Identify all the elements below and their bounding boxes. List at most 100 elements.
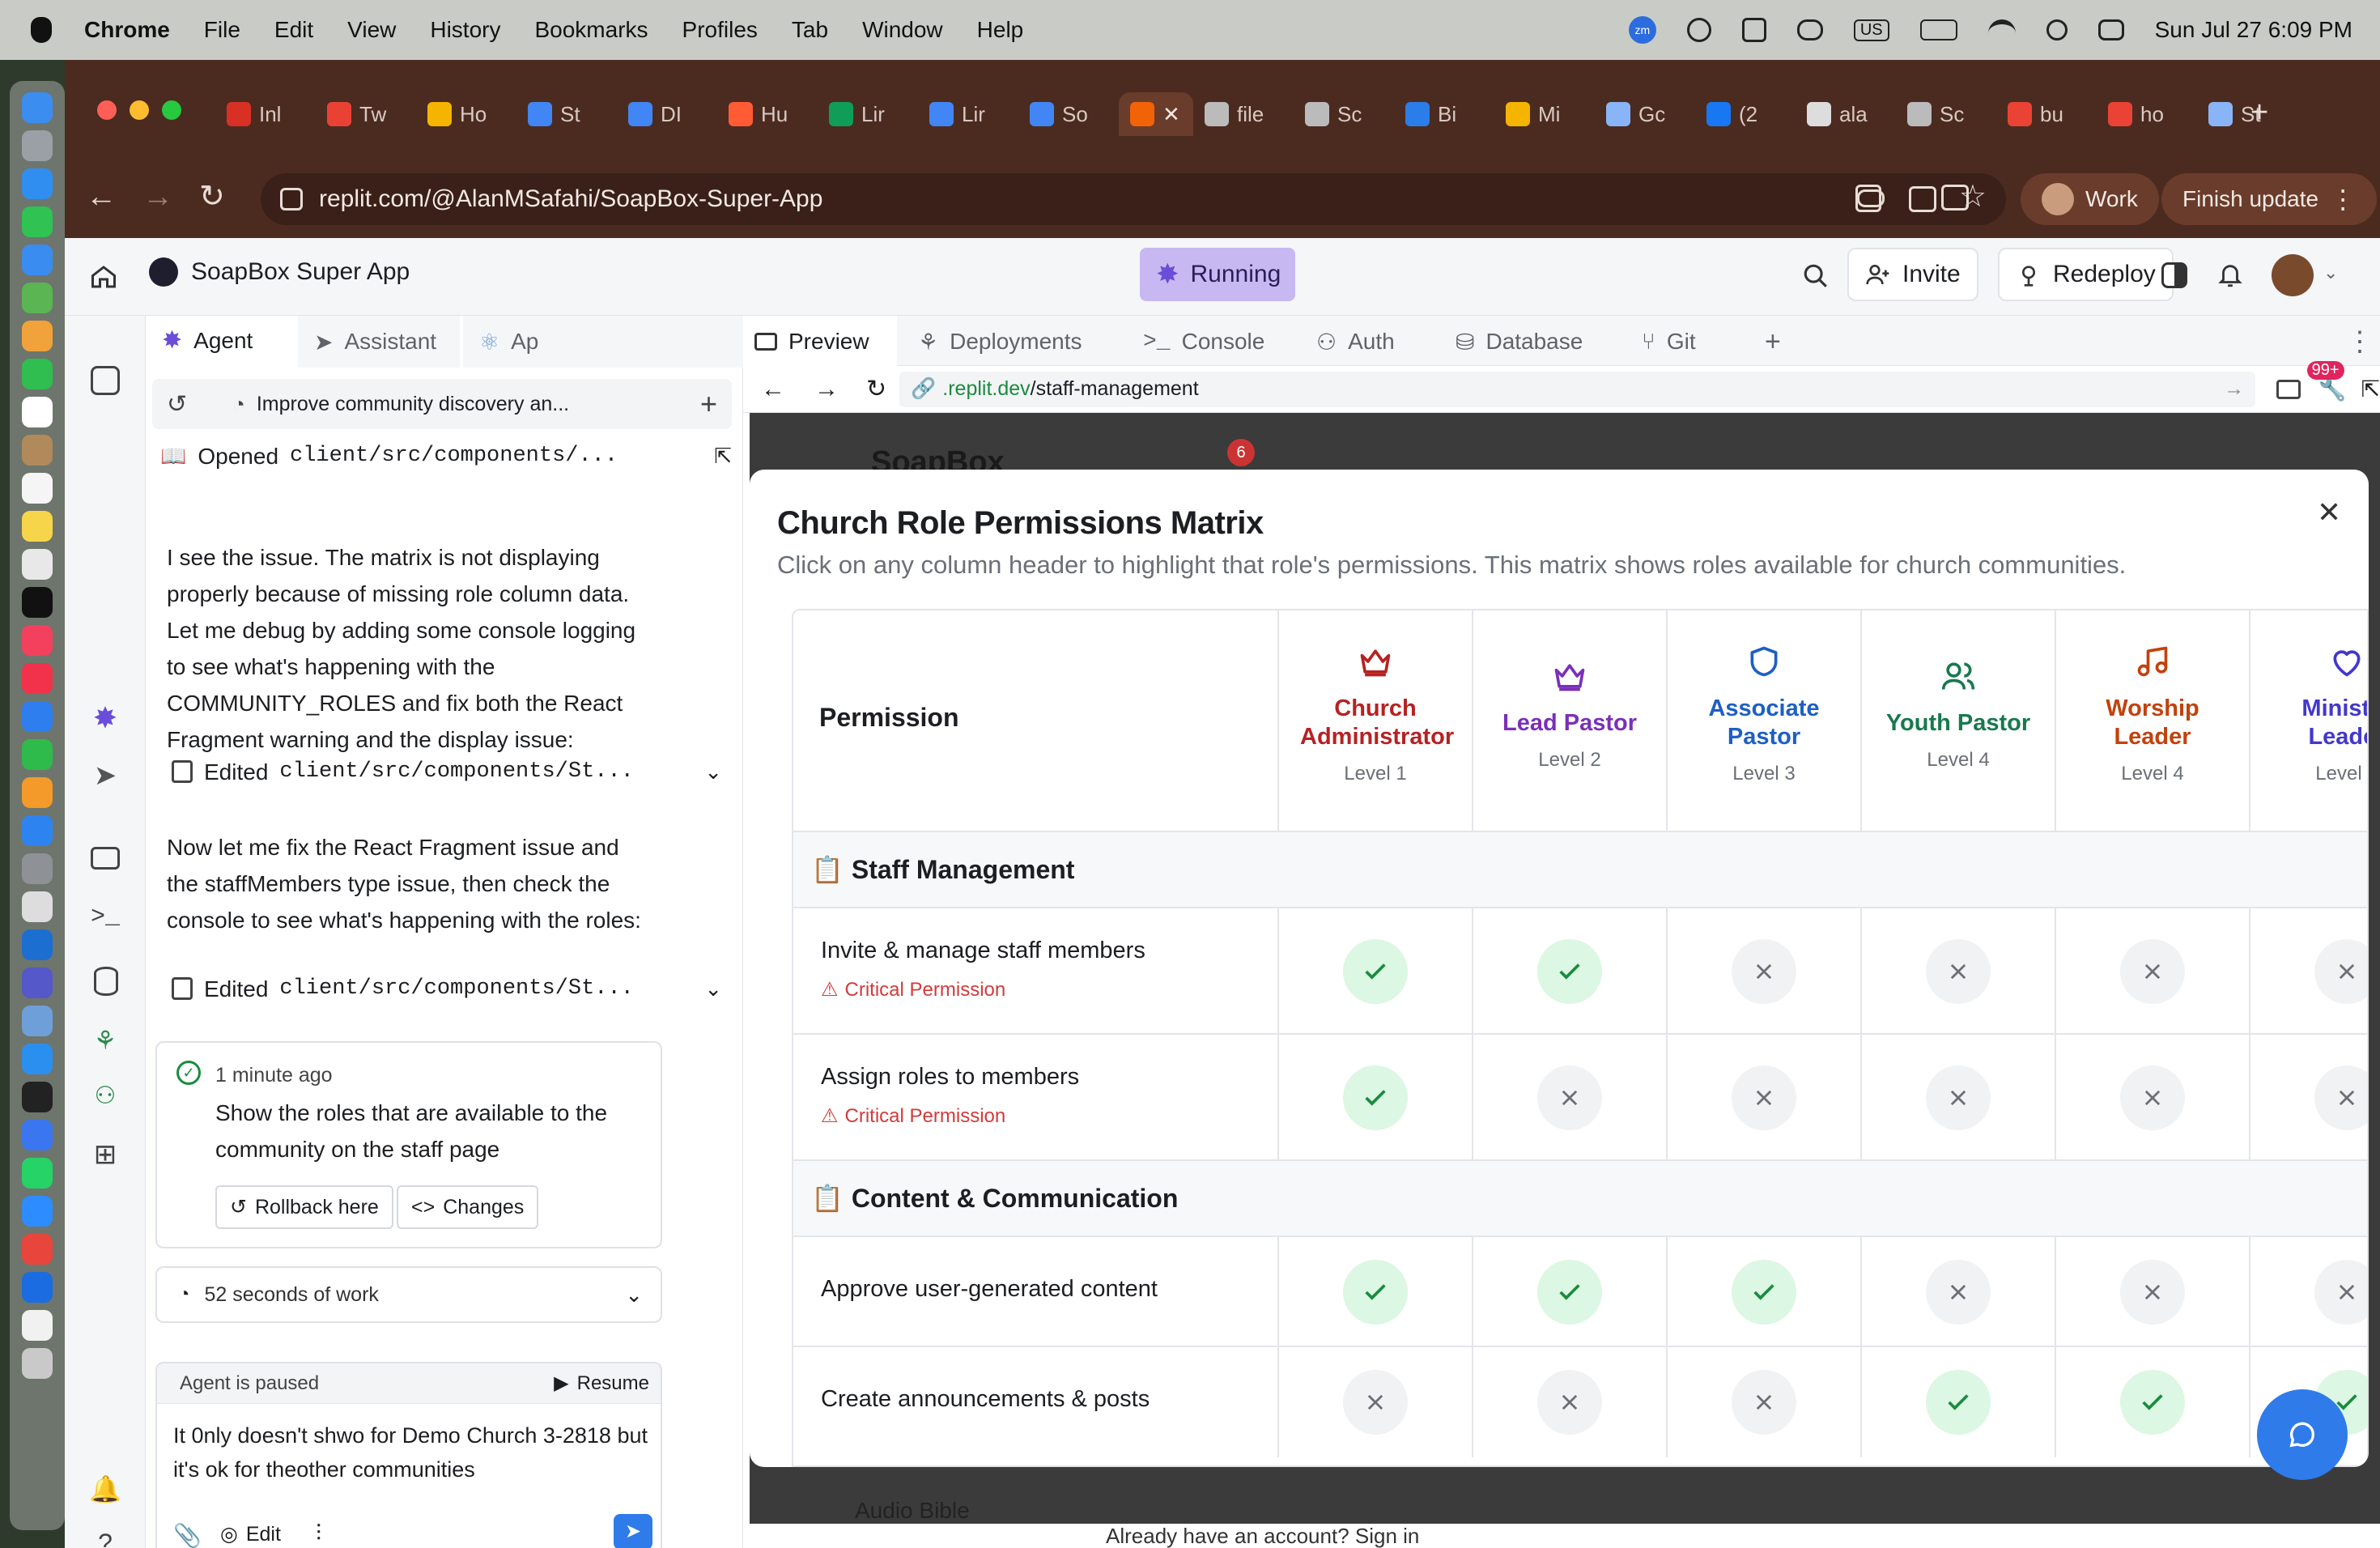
maximize-window-button[interactable]: [162, 100, 181, 120]
invite-button[interactable]: Invite: [1847, 248, 1978, 301]
new-tab-button[interactable]: +: [2250, 97, 2268, 128]
permission-cell[interactable]: [2055, 1035, 2249, 1161]
permission-cell[interactable]: [2249, 1035, 2367, 1161]
chrome-icon[interactable]: [22, 1234, 53, 1265]
go-arrow-icon[interactable]: →: [2224, 377, 2244, 401]
pages-icon[interactable]: [22, 777, 53, 808]
weather-icon[interactable]: [1796, 19, 1823, 40]
permission-cell[interactable]: [1666, 1035, 1860, 1161]
permission-cell[interactable]: [2055, 908, 2249, 1035]
expand-chevron-icon[interactable]: ⌄: [704, 976, 722, 1002]
browser-tab[interactable]: ✕: [1119, 92, 1193, 136]
tab-auth[interactable]: ⚇ Auth: [1316, 316, 1395, 368]
input-source-icon[interactable]: US: [1853, 19, 1889, 41]
search-icon[interactable]: [1802, 262, 1830, 290]
attach-icon[interactable]: 📎: [173, 1522, 202, 1548]
agent-rail-icon[interactable]: ✸: [87, 701, 123, 737]
panel-toggle-icon[interactable]: [2161, 262, 2187, 288]
permission-cell[interactable]: [1860, 908, 2055, 1035]
install-app-icon[interactable]: [1909, 186, 1936, 212]
finder-icon[interactable]: [22, 92, 53, 123]
browser-tab[interactable]: (2: [1695, 92, 1796, 136]
menu-history[interactable]: History: [430, 17, 500, 43]
permission-cell[interactable]: [1277, 1237, 1472, 1347]
menu-profiles[interactable]: Profiles: [682, 17, 758, 43]
help-icon[interactable]: ?: [87, 1529, 123, 1548]
menu-bookmarks[interactable]: Bookmarks: [534, 17, 648, 43]
music-icon[interactable]: [22, 625, 53, 656]
edited-file-line-1[interactable]: Edited client/src/components/St... ⌄: [172, 753, 722, 790]
role-column-header[interactable]: Ministry Leader Level 5: [2249, 610, 2367, 831]
forward-icon[interactable]: →: [142, 180, 173, 215]
rollback-button[interactable]: ↺ Rollback here: [215, 1185, 393, 1229]
close-modal-icon[interactable]: ✕: [2317, 495, 2341, 529]
maps-icon[interactable]: [22, 283, 53, 313]
browser-tab[interactable]: ho: [2097, 92, 2197, 136]
work-summary-card[interactable]: ◔ 52 seconds of work ⌄: [155, 1266, 662, 1323]
tab-git[interactable]: ⑂ Git: [1642, 316, 1696, 368]
permission-cell[interactable]: [2055, 1237, 2249, 1347]
back-icon[interactable]: ←: [86, 180, 117, 215]
thread-title[interactable]: Improve community discovery an...: [257, 393, 569, 416]
edited-file-line-2[interactable]: Edited client/src/components/St... ⌄: [172, 970, 722, 1007]
appstore-icon[interactable]: [22, 815, 53, 846]
signal-icon[interactable]: [22, 1120, 53, 1150]
xcode-icon[interactable]: [22, 1044, 53, 1074]
permission-cell[interactable]: [1666, 1347, 1860, 1457]
browser-tab[interactable]: file: [1193, 92, 1294, 136]
devices-icon[interactable]: [2276, 379, 2301, 399]
permission-cell[interactable]: [1860, 1237, 2055, 1347]
preview-app-icon[interactable]: [22, 1006, 53, 1036]
browser-tab[interactable]: St: [516, 92, 617, 136]
menu-file[interactable]: File: [204, 17, 240, 43]
preview-url-field[interactable]: 🔗 .replit.dev /staff-management →: [899, 371, 2256, 407]
zoom-app-icon[interactable]: [22, 1196, 53, 1227]
send-button[interactable]: ➤: [614, 1514, 652, 1548]
spotlight-icon[interactable]: [2046, 19, 2068, 40]
home-icon[interactable]: [89, 262, 118, 291]
office-icon[interactable]: [1741, 18, 1766, 42]
more-options-icon[interactable]: ⋮: [2346, 316, 2374, 368]
preview-rail-icon[interactable]: [91, 847, 120, 870]
finish-update-button[interactable]: Finish update ⋮: [2161, 173, 2378, 225]
tab-search-icon[interactable]: [1941, 185, 1969, 211]
permission-cell[interactable]: [1666, 908, 1860, 1035]
whatsapp-icon[interactable]: [22, 1158, 53, 1189]
notes-icon[interactable]: [22, 511, 53, 542]
news-icon[interactable]: [22, 663, 53, 694]
permission-cell[interactable]: [2249, 908, 2367, 1035]
opened-file-line[interactable]: 📖 Opened client/src/components/... ⇱: [160, 437, 732, 474]
browser-tab[interactable]: So: [1018, 92, 1119, 136]
browser-tab[interactable]: Ho: [416, 92, 516, 136]
expand-chevron-icon[interactable]: ⌄: [704, 759, 722, 785]
siri-icon[interactable]: [1686, 18, 1711, 42]
apple-icon[interactable]: [31, 17, 52, 43]
console-rail-icon[interactable]: >_: [87, 904, 123, 939]
role-column-header[interactable]: Youth Pastor Level 4: [1860, 610, 2055, 831]
safari-icon[interactable]: [22, 168, 53, 199]
chat-input[interactable]: It 0nly doesn't shwo for Demo Church 3-2…: [173, 1418, 651, 1486]
apps-grid-icon[interactable]: ⊞: [87, 1138, 123, 1174]
whats-new-icon[interactable]: 🔔: [87, 1474, 123, 1509]
permission-cell[interactable]: [1277, 1347, 1472, 1457]
mail-icon[interactable]: [22, 245, 53, 275]
run-status-button[interactable]: ✸ Running: [1140, 248, 1295, 301]
script-icon[interactable]: [22, 891, 53, 922]
permission-cell[interactable]: [1666, 1237, 1860, 1347]
menu-help[interactable]: Help: [977, 17, 1024, 43]
preview-back-icon[interactable]: ←: [761, 376, 785, 403]
keynote-icon[interactable]: [22, 701, 53, 732]
menu-window[interactable]: Window: [862, 17, 943, 43]
profile-button[interactable]: Work: [2021, 173, 2159, 225]
notifications-bell-icon[interactable]: [2216, 261, 2244, 290]
address-bar[interactable]: replit.com/@AlanMSafahi/SoapBox-Super-Ap…: [261, 173, 2006, 225]
assistant-rail-icon[interactable]: ➤: [87, 759, 123, 795]
onepassword-icon[interactable]: [22, 1272, 53, 1303]
browser-tab[interactable]: Lir: [918, 92, 1018, 136]
close-tab-icon[interactable]: ✕: [1162, 102, 1180, 127]
reload-icon[interactable]: ↻: [199, 178, 225, 215]
permission-cell[interactable]: [1472, 908, 1666, 1035]
role-column-header[interactable]: Worship Leader Level 4: [2055, 610, 2249, 831]
browser-tab[interactable]: Sc: [1896, 92, 1996, 136]
chat-support-button[interactable]: [2257, 1389, 2348, 1480]
